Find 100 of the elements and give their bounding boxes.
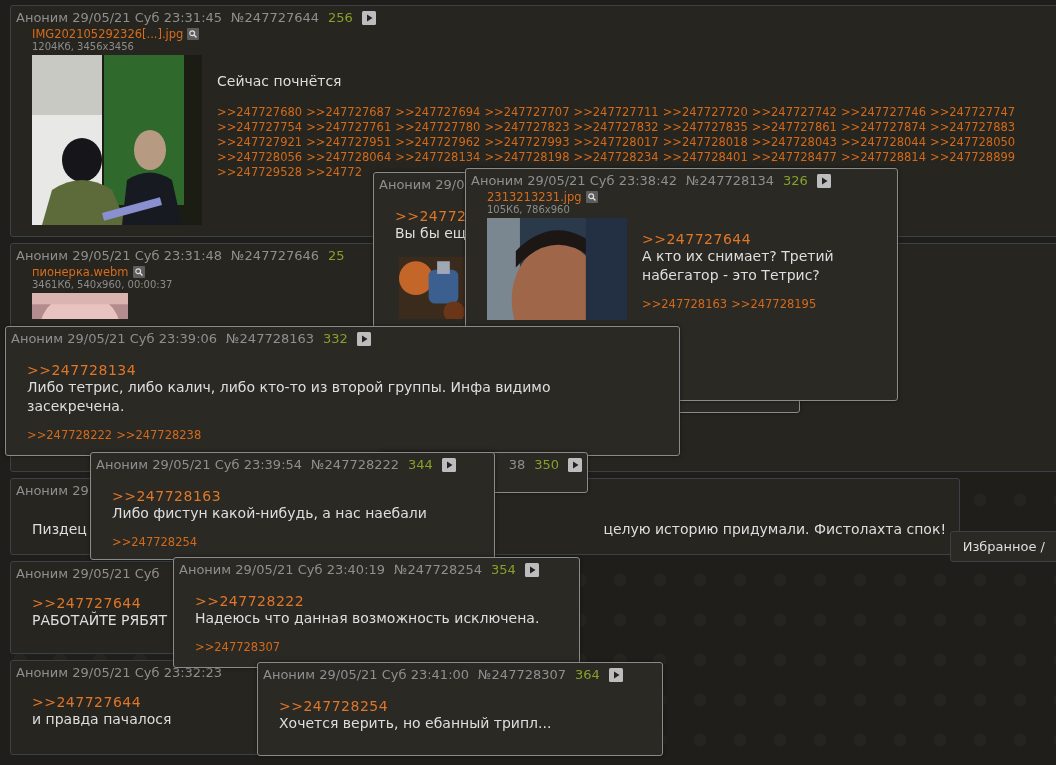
post-count: 344 xyxy=(408,457,433,472)
search-icon[interactable] xyxy=(187,28,200,40)
reply-link[interactable]: >>247727680 xyxy=(217,105,303,119)
reply-link[interactable]: >>247727780 xyxy=(395,120,481,134)
reply-link[interactable]: >>247728163 xyxy=(642,297,728,311)
reply-link[interactable]: >>247728254 xyxy=(112,535,198,549)
reply-link[interactable]: >>247728134 xyxy=(395,150,481,164)
author-name: Аноним 29/05/21 Суб 23:32:23 xyxy=(16,665,223,680)
reply-link[interactable]: >>247727746 xyxy=(840,105,926,119)
play-icon[interactable] xyxy=(356,331,371,346)
author-name: Аноним 29/05/21 Суб 23:39:06 xyxy=(11,331,218,346)
post-number[interactable]: №247728307 xyxy=(478,667,567,682)
reply-link[interactable]: >>247727861 xyxy=(751,120,837,134)
reply-link[interactable]: >>247728064 xyxy=(306,150,392,164)
play-icon[interactable] xyxy=(608,667,623,682)
reply-link[interactable]: >>247727832 xyxy=(573,120,659,134)
reply-link[interactable]: >>247727962 xyxy=(395,135,481,149)
quote-link[interactable]: >>24772 xyxy=(395,208,467,224)
post-count: 350 xyxy=(534,457,559,472)
post-number[interactable]: №247727646 xyxy=(231,248,320,263)
reply-link[interactable]: >>247727711 xyxy=(573,105,659,119)
post-number[interactable]: 38 xyxy=(508,457,526,472)
post-count: 332 xyxy=(323,331,348,346)
post-count: 25 xyxy=(328,248,345,263)
reply-link[interactable]: >>247728234 xyxy=(573,150,659,164)
author-name: Аноним 29/05/21 Суб 23:39:54 xyxy=(96,457,303,472)
post-count: 256 xyxy=(328,10,353,25)
reply-link[interactable]: >>247727754 xyxy=(217,120,303,134)
post-number[interactable]: №247728254 xyxy=(394,562,483,577)
post-text: А кто их снимает? Третий набегатор - это Тетрис? xyxy=(642,247,835,285)
quote-link[interactable]: >>247728222 xyxy=(195,593,305,609)
play-icon[interactable] xyxy=(441,457,456,472)
reply-link[interactable]: >>247727835 xyxy=(662,120,748,134)
reply-link[interactable]: >>247729528 xyxy=(217,165,303,179)
post-text: РАБОТАЙТЕ РЯБЯТ xyxy=(32,611,168,630)
reply-link[interactable]: >>247728222 xyxy=(27,428,113,442)
author-name: Аноним 29/0 xyxy=(379,177,465,192)
reply-link[interactable]: >>247727707 xyxy=(484,105,570,119)
post-count: 326 xyxy=(783,173,808,188)
reply-link[interactable]: >>24772 xyxy=(306,165,362,179)
post-text: и правда пачалося xyxy=(32,710,172,729)
post-number[interactable]: №247728134 xyxy=(686,173,775,188)
play-icon[interactable] xyxy=(361,10,376,25)
reply-link[interactable]: >>247727694 xyxy=(395,105,481,119)
reply-link[interactable]: >>247728401 xyxy=(662,150,748,164)
reply-link[interactable]: >>247727742 xyxy=(751,105,837,119)
reply-link[interactable]: >>247727761 xyxy=(306,120,392,134)
quote-link[interactable]: >>247728254 xyxy=(279,698,389,714)
file-link[interactable]: 2313213231.jpg xyxy=(487,190,582,204)
reply-link[interactable]: >>247728238 xyxy=(116,428,202,442)
reply-link[interactable]: >>247727921 xyxy=(217,135,303,149)
file-info: 105Кб, 786x960 xyxy=(487,204,571,215)
reply-link[interactable]: >>247727993 xyxy=(484,135,570,149)
play-icon[interactable] xyxy=(524,562,539,577)
post-text: Пиздец xyxy=(32,520,87,539)
post-text: Сейчас почнётся xyxy=(217,72,342,91)
reply-link[interactable]: >>247728043 xyxy=(751,135,837,149)
reply-link[interactable]: >>247728017 xyxy=(573,135,659,149)
reply-link[interactable]: >>247728307 xyxy=(195,640,281,654)
reply-link[interactable]: >>247728899 xyxy=(930,150,1016,164)
post-text: Надеюсь что данная возможность исключена. xyxy=(195,609,540,628)
post-text: Либо тетрис, либо калич, либо кто-то из второй группы. Инфа видимо засекречена. xyxy=(27,378,552,416)
post-text: Вы бы ещ xyxy=(395,224,467,243)
play-icon[interactable] xyxy=(568,457,582,472)
reply-link[interactable]: >>247728477 xyxy=(751,150,837,164)
play-icon[interactable] xyxy=(816,173,831,188)
search-icon[interactable] xyxy=(132,266,145,278)
post-text: Хочется верить, но ебанный трипл... xyxy=(279,714,552,733)
reply-link[interactable]: >>247727687 xyxy=(306,105,392,119)
reply-link[interactable]: >>247727747 xyxy=(930,105,1016,119)
post-number[interactable]: №247728163 xyxy=(226,331,315,346)
reply-link[interactable]: >>247727883 xyxy=(930,120,1016,134)
reply-link[interactable]: >>247728018 xyxy=(662,135,748,149)
reply-link[interactable]: >>247728044 xyxy=(840,135,926,149)
reply-link[interactable]: >>247728050 xyxy=(930,135,1016,149)
file-link[interactable]: пионерка.webm xyxy=(32,265,129,279)
reply-link[interactable]: >>247727874 xyxy=(840,120,926,134)
post-number[interactable]: №247727644 xyxy=(231,10,320,25)
file-info: 1204Кб, 3456x3456 xyxy=(32,41,135,52)
author-name: Аноним 29/05/21 Суб 23:31:48 xyxy=(16,248,223,263)
file-link[interactable]: IMG202105292326[...].jpg xyxy=(32,27,184,41)
search-icon[interactable] xyxy=(585,191,598,203)
reply-link[interactable]: >>247727823 xyxy=(484,120,570,134)
reply-link[interactable]: >>247728814 xyxy=(840,150,926,164)
quote-link[interactable]: >>247727644 xyxy=(32,694,142,710)
reply-link[interactable]: >>247728198 xyxy=(484,150,570,164)
reply-link[interactable]: >>247728195 xyxy=(731,297,817,311)
quote-link[interactable]: >>247728134 xyxy=(27,362,137,378)
author-name: Аноним 29 xyxy=(16,483,89,498)
post-number[interactable]: №247728222 xyxy=(311,457,400,472)
quote-link[interactable]: >>247727644 xyxy=(32,595,142,611)
quote-link[interactable]: >>247728163 xyxy=(112,488,222,504)
author-name: Аноним 29/05/21 Суб 23:31:45 xyxy=(16,10,223,25)
reply-link[interactable]: >>247727720 xyxy=(662,105,748,119)
reply-link[interactable]: >>247727951 xyxy=(306,135,392,149)
author-name: Аноним 29/05/21 Суб 23:41:00 xyxy=(263,667,470,682)
reply-link[interactable]: >>247728056 xyxy=(217,150,303,164)
favorites-tab[interactable]: Избранное / xyxy=(949,531,1056,562)
quote-link[interactable]: >>247727644 xyxy=(642,231,752,247)
post-count: 364 xyxy=(575,667,600,682)
